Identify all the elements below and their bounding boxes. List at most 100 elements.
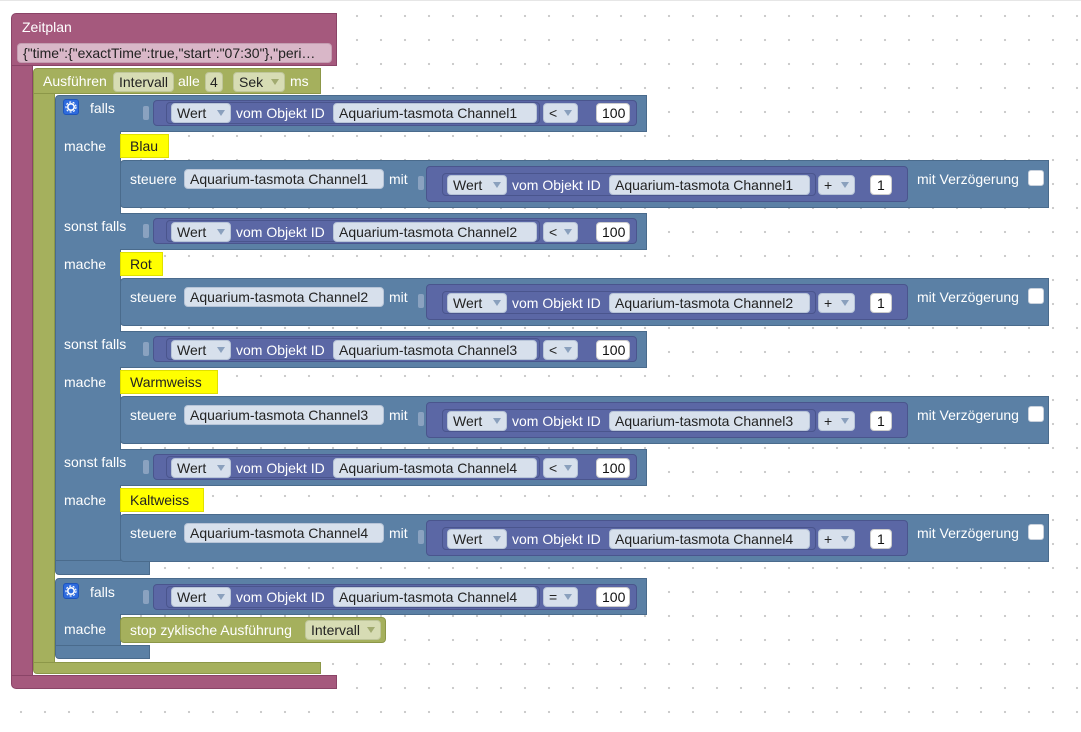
gear-icon[interactable]	[63, 583, 79, 599]
if-block-1-bottom	[55, 560, 150, 575]
source-id-field[interactable]: Aquarium-tasmota Channel1	[609, 175, 810, 195]
operator-dropdown[interactable]: <	[543, 340, 578, 360]
do-label: mache	[64, 492, 107, 508]
math-operator-dropdown[interactable]: +	[818, 293, 855, 313]
input-slot	[418, 294, 424, 308]
input-slot	[418, 176, 424, 190]
stop-target-value: Intervall	[311, 622, 361, 638]
math-operator-value: +	[824, 177, 833, 193]
compare-value-field[interactable]: 100	[596, 222, 630, 242]
mode-dropdown[interactable]: Wert	[171, 222, 231, 242]
source-id-field[interactable]: Aquarium-tasmota Channel3	[609, 411, 810, 431]
dropdown-arrow-icon	[217, 229, 225, 235]
dropdown-arrow-icon	[841, 536, 849, 542]
interval-name-field[interactable]: Intervall	[113, 72, 174, 92]
mode-dropdown[interactable]: Wert	[171, 458, 231, 478]
math-operator-dropdown[interactable]: +	[818, 529, 855, 549]
compare-value-field[interactable]: 100	[596, 587, 630, 607]
do-label: mache	[64, 138, 107, 154]
object-id-field[interactable]: Aquarium-tasmota Channel1	[333, 103, 537, 123]
delay-checkbox[interactable]	[1028, 406, 1044, 422]
mode-value: Wert	[453, 413, 483, 429]
schedule-title: Zeitplan	[22, 19, 72, 35]
operator-dropdown[interactable]: <	[543, 103, 578, 123]
interval-every-label: alle	[178, 73, 200, 89]
object-id-field[interactable]: Aquarium-tasmota Channel2	[333, 222, 537, 242]
dropdown-arrow-icon	[841, 300, 849, 306]
comment-block[interactable]: Kaltweiss	[120, 488, 204, 512]
math-operator-dropdown[interactable]: +	[818, 411, 855, 431]
mode-value: Wert	[177, 342, 207, 358]
schedule-block-bottom	[11, 675, 337, 689]
object-id-field[interactable]: Aquarium-tasmota Channel4	[333, 587, 537, 607]
control-object-id-field[interactable]: Aquarium-tasmota Channel2	[184, 287, 384, 307]
delay-checkbox[interactable]	[1028, 170, 1044, 186]
math-operator-dropdown[interactable]: +	[818, 175, 855, 195]
comment-block[interactable]: Warmweiss	[120, 370, 218, 394]
delay-label: mit Verzögerung	[917, 289, 1019, 305]
control-object-id-field[interactable]: Aquarium-tasmota Channel3	[184, 405, 384, 425]
math-value-field[interactable]: 1	[870, 411, 892, 431]
operator-dropdown[interactable]: =	[543, 587, 578, 607]
with-label: mit	[389, 171, 408, 187]
mode-dropdown[interactable]: Wert	[447, 529, 507, 549]
operator-dropdown[interactable]: <	[543, 458, 578, 478]
source-id-field[interactable]: Aquarium-tasmota Channel4	[609, 529, 810, 549]
dropdown-arrow-icon	[217, 347, 225, 353]
math-value-field[interactable]: 1	[870, 529, 892, 549]
operator-dropdown[interactable]: <	[543, 222, 578, 242]
dropdown-arrow-icon	[841, 182, 849, 188]
object-id-field[interactable]: Aquarium-tasmota Channel4	[333, 458, 537, 478]
source-id-field[interactable]: Aquarium-tasmota Channel2	[609, 293, 810, 313]
interval-unit-dropdown[interactable]: Sek	[233, 72, 285, 92]
math-value-field[interactable]: 1	[870, 293, 892, 313]
mode-value: Wert	[177, 589, 207, 605]
input-slot	[418, 412, 424, 426]
of-object-label: vom Objekt ID	[236, 460, 325, 476]
dropdown-arrow-icon	[564, 594, 572, 600]
dropdown-arrow-icon	[564, 229, 572, 235]
mode-dropdown[interactable]: Wert	[447, 411, 507, 431]
dropdown-arrow-icon	[564, 110, 572, 116]
compare-value-field[interactable]: 100	[596, 458, 630, 478]
gear-icon[interactable]	[63, 99, 79, 115]
math-operator-value: +	[824, 413, 833, 429]
with-label: mit	[389, 407, 408, 423]
mode-value: Wert	[177, 460, 207, 476]
mode-dropdown[interactable]: Wert	[447, 293, 507, 313]
comment-block[interactable]: Blau	[120, 134, 169, 158]
stop-target-dropdown[interactable]: Intervall	[305, 620, 381, 640]
if-keyword: falls	[90, 584, 115, 600]
object-id-field[interactable]: Aquarium-tasmota Channel3	[333, 340, 537, 360]
compare-value-field[interactable]: 100	[596, 340, 630, 360]
do-label: mache	[64, 256, 107, 272]
dropdown-arrow-icon	[493, 300, 501, 306]
mode-dropdown[interactable]: Wert	[171, 587, 231, 607]
mode-dropdown[interactable]: Wert	[171, 103, 231, 123]
if-keyword: falls	[90, 100, 115, 116]
mode-value: Wert	[177, 224, 207, 240]
schedule-block-spine	[11, 65, 33, 676]
operator-value: <	[549, 105, 558, 121]
delay-checkbox[interactable]	[1028, 288, 1044, 304]
of-object-label: vom Objekt ID	[512, 177, 601, 193]
math-value-field[interactable]: 1	[870, 175, 892, 195]
delay-checkbox[interactable]	[1028, 524, 1044, 540]
do-label: mache	[64, 621, 107, 637]
of-object-label: vom Objekt ID	[236, 342, 325, 358]
with-label: mit	[389, 289, 408, 305]
mode-dropdown[interactable]: Wert	[447, 175, 507, 195]
comment-block[interactable]: Rot	[120, 252, 163, 276]
control-object-id-field[interactable]: Aquarium-tasmota Channel1	[184, 169, 384, 189]
mode-dropdown[interactable]: Wert	[171, 340, 231, 360]
of-object-label: vom Objekt ID	[236, 224, 325, 240]
schedule-time-field[interactable]: {"time":{"exactTime":true,"start":"07:30…	[17, 43, 332, 63]
math-operator-value: +	[824, 531, 833, 547]
interval-ms-label: ms	[290, 73, 309, 89]
dropdown-arrow-icon	[217, 594, 225, 600]
control-object-id-field[interactable]: Aquarium-tasmota Channel4	[184, 523, 384, 543]
compare-value-field[interactable]: 100	[596, 103, 630, 123]
interval-value-field[interactable]: 4	[205, 72, 223, 92]
of-object-label: vom Objekt ID	[512, 531, 601, 547]
else-if-keyword: sonst falls	[64, 454, 127, 470]
